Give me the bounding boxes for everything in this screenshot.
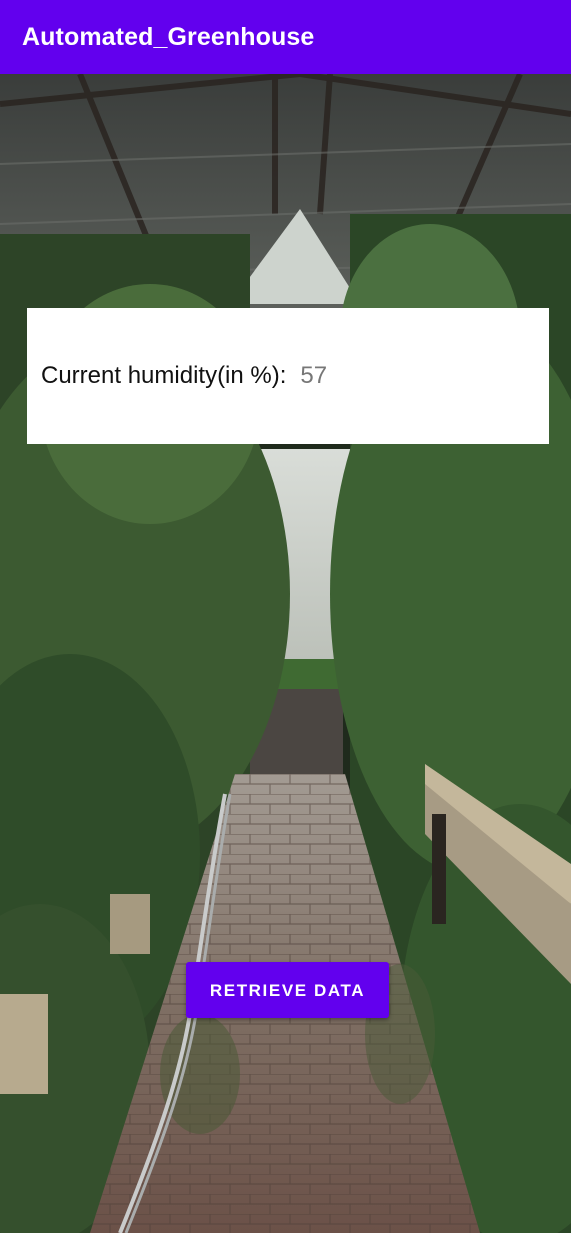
app-bar: Automated_Greenhouse — [0, 0, 571, 74]
app-screen: Automated_Greenhouse Current humidity(in… — [0, 0, 571, 1233]
greenhouse-background-image — [0, 74, 571, 1233]
humidity-card: Current humidity(in %): 57 — [27, 308, 549, 444]
humidity-value: 57 — [300, 362, 328, 389]
app-title: Automated_Greenhouse — [22, 22, 315, 51]
humidity-label: Current humidity(in %): — [41, 362, 287, 389]
retrieve-data-button[interactable]: RETRIEVE DATA — [186, 962, 389, 1018]
